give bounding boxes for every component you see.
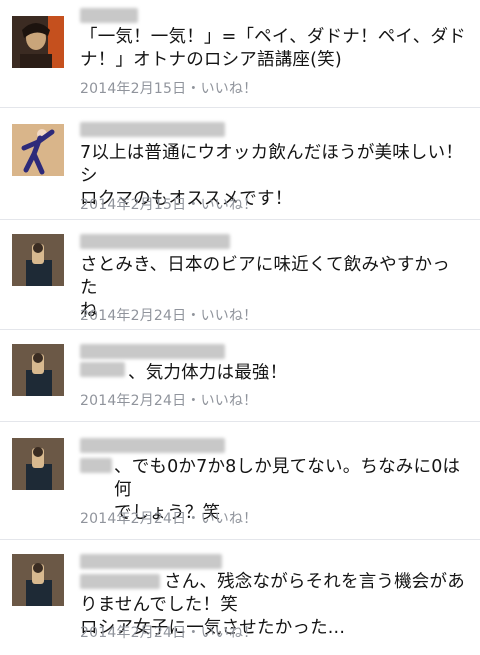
comment-item: 、でも0か7か8しか見てない。ちなみに0は何 でしょう？笑 2014年2月24日… <box>0 422 480 540</box>
commenter-name-redacted[interactable] <box>80 438 225 453</box>
comment-date: 2014年2月24日 <box>80 625 187 641</box>
avatar[interactable] <box>12 438 64 490</box>
comment-item: 7以上は普通にウオッカ飲んだほうが美味しい！シ ロクマのもオススメです！ 201… <box>0 108 480 220</box>
comment-list: 「一気！一気！」=「ペイ、ダドナ！ペイ、ダド ナ！」オトナのロシア語講座(笑) … <box>0 0 480 655</box>
avatar-photo-icon <box>12 344 64 396</box>
comment-date: 2014年2月24日 <box>80 511 187 527</box>
like-link[interactable]: いいね！ <box>201 625 258 641</box>
meta-separator: ・ <box>186 81 201 97</box>
comment-item: 、気力体力は最強！ 2014年2月24日・いいね！ <box>0 330 480 422</box>
meta-separator: ・ <box>186 625 201 641</box>
commenter-name-redacted[interactable] <box>80 122 225 137</box>
commenter-name-redacted[interactable] <box>80 344 225 359</box>
avatar-photo-icon <box>12 124 64 176</box>
comment-meta: 2014年2月24日・いいね！ <box>80 390 257 410</box>
meta-separator: ・ <box>186 511 201 527</box>
like-link[interactable]: いいね！ <box>201 393 258 409</box>
meta-separator: ・ <box>186 197 201 213</box>
like-link[interactable]: いいね！ <box>201 197 258 213</box>
comment-meta: 2014年2月24日・いいね！ <box>80 508 257 528</box>
comment-item: 「一気！一気！」=「ペイ、ダドナ！ペイ、ダド ナ！」オトナのロシア語講座(笑) … <box>0 0 480 108</box>
comment-meta: 2014年2月24日・いいね！ <box>80 305 257 325</box>
comment-date: 2014年2月24日 <box>80 393 187 409</box>
commenter-name-redacted[interactable] <box>80 234 230 249</box>
avatar[interactable] <box>12 16 64 68</box>
comment-meta: 2014年2月24日・いいね！ <box>80 622 257 642</box>
comment-item: さん、残念ながらそれを言う機会がありませんでした！笑 ロシア女子に一気させたかっ… <box>0 540 480 655</box>
avatar-photo-icon <box>12 554 64 606</box>
avatar[interactable] <box>12 344 64 396</box>
comment-text: 「一気！一気！」=「ペイ、ダドナ！ペイ、ダド ナ！」オトナのロシア語講座(笑) <box>80 27 466 70</box>
commenter-name-redacted[interactable] <box>80 554 222 569</box>
like-link[interactable]: いいね！ <box>201 81 258 97</box>
meta-separator: ・ <box>186 393 201 409</box>
commenter-name-redacted[interactable] <box>80 8 138 23</box>
comment-meta: 2014年2月15日・いいね！ <box>80 78 257 98</box>
comment-date: 2014年2月24日 <box>80 308 187 324</box>
comment-meta: 2014年2月15日・いいね！ <box>80 194 257 214</box>
avatar-photo-icon <box>12 234 64 286</box>
comment-item: さとみき、日本のビアに味近くて飲みやすかった ね 2014年2月24日・いいね！ <box>0 220 480 330</box>
comment-date: 2014年2月15日 <box>80 81 187 97</box>
meta-separator: ・ <box>186 308 201 324</box>
avatar[interactable] <box>12 554 64 606</box>
avatar-photo-icon <box>12 16 64 68</box>
avatar[interactable] <box>12 124 64 176</box>
comment-text: 、気力体力は最強！ <box>128 363 288 383</box>
commenter-name-redacted[interactable] <box>80 458 112 473</box>
commenter-name-redacted[interactable] <box>80 362 125 377</box>
avatar-photo-icon <box>12 438 64 490</box>
comment-date: 2014年2月15日 <box>80 197 187 213</box>
like-link[interactable]: いいね！ <box>201 511 258 527</box>
like-link[interactable]: いいね！ <box>201 308 258 324</box>
avatar[interactable] <box>12 234 64 286</box>
